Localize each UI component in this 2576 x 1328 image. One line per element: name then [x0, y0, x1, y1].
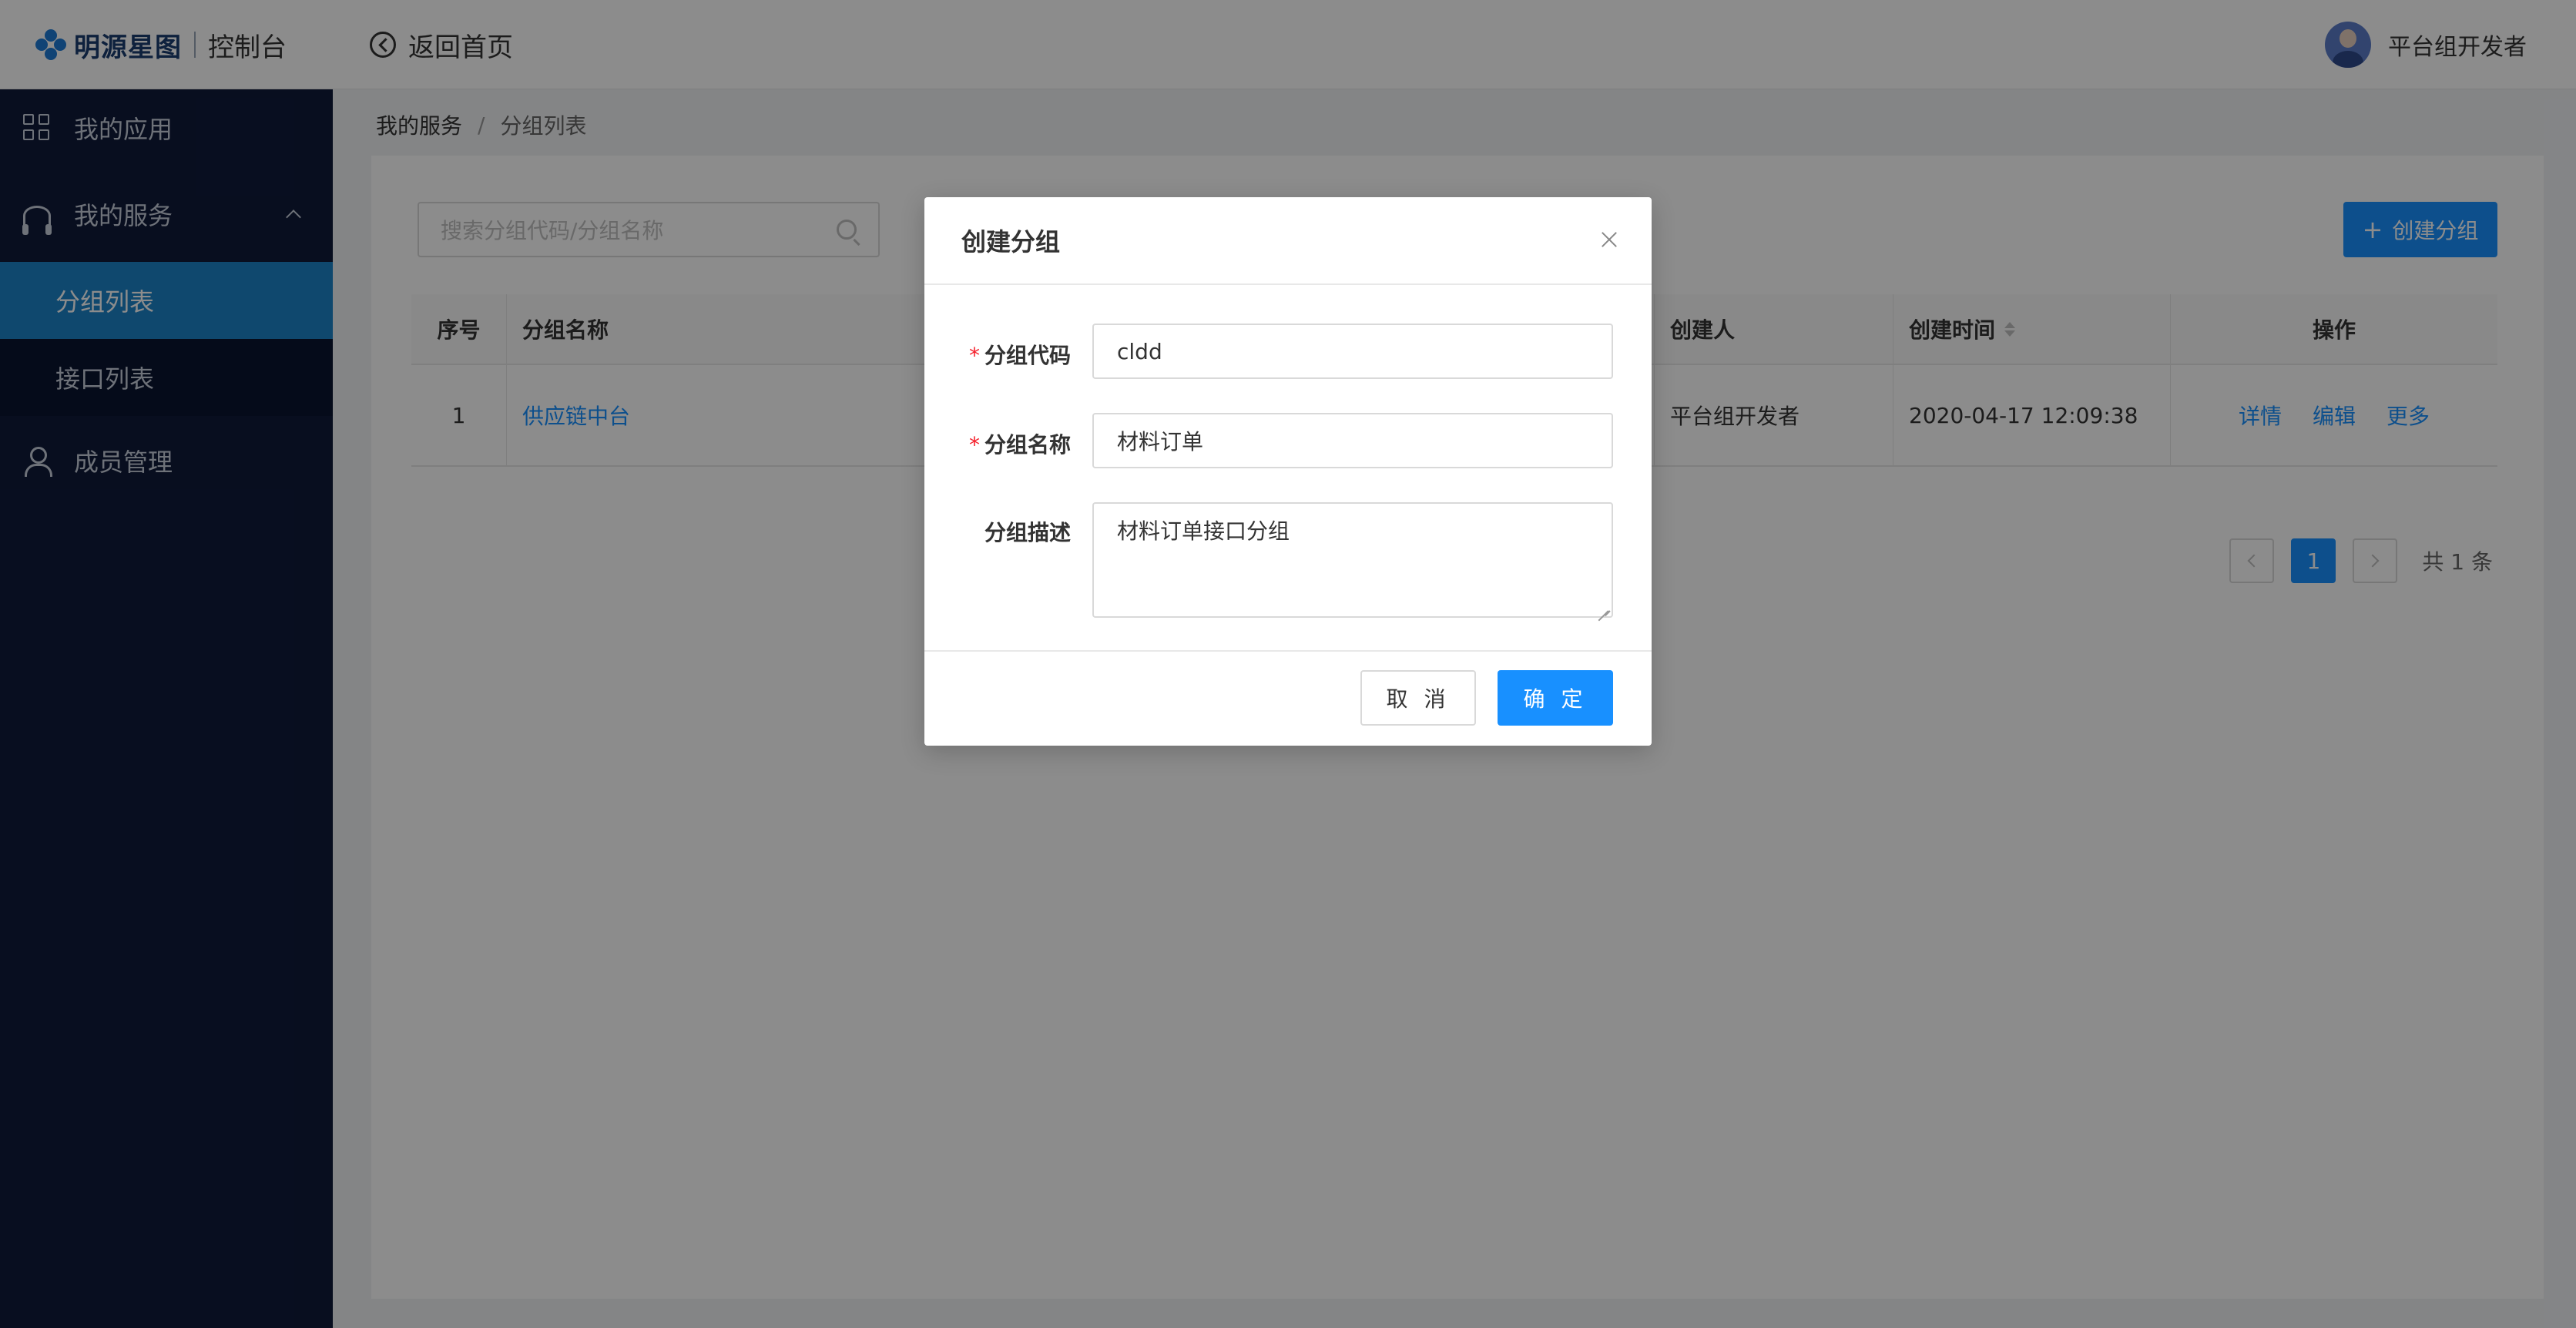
dialog-header: 创建分组 [924, 197, 1652, 285]
required-mark: * [968, 432, 980, 458]
group-name-input[interactable]: 材料订单 [1092, 413, 1613, 468]
desc-label: 分组描述 [984, 520, 1071, 545]
name-label: * 分组名称 [968, 432, 1071, 458]
close-icon[interactable] [1598, 228, 1621, 251]
dialog-title: 创建分组 [961, 227, 1061, 257]
group-desc-textarea[interactable]: 材料订单接口分组 [1092, 502, 1613, 618]
group-desc-value: 材料订单接口分组 [1117, 518, 1290, 544]
resize-handle-icon[interactable] [1596, 601, 1608, 613]
create-group-dialog: 创建分组 * 分组代码 cldd * 分组名称 材料订单 分组描述 材料订单接口分组… [924, 197, 1652, 746]
group-code-input[interactable]: cldd [1092, 324, 1613, 379]
cancel-button[interactable]: 取 消 [1360, 670, 1476, 726]
required-mark: * [968, 343, 980, 368]
dialog-footer: 取 消 确 定 [924, 650, 1652, 746]
code-label: * 分组代码 [968, 343, 1071, 368]
confirm-button[interactable]: 确 定 [1498, 670, 1613, 726]
